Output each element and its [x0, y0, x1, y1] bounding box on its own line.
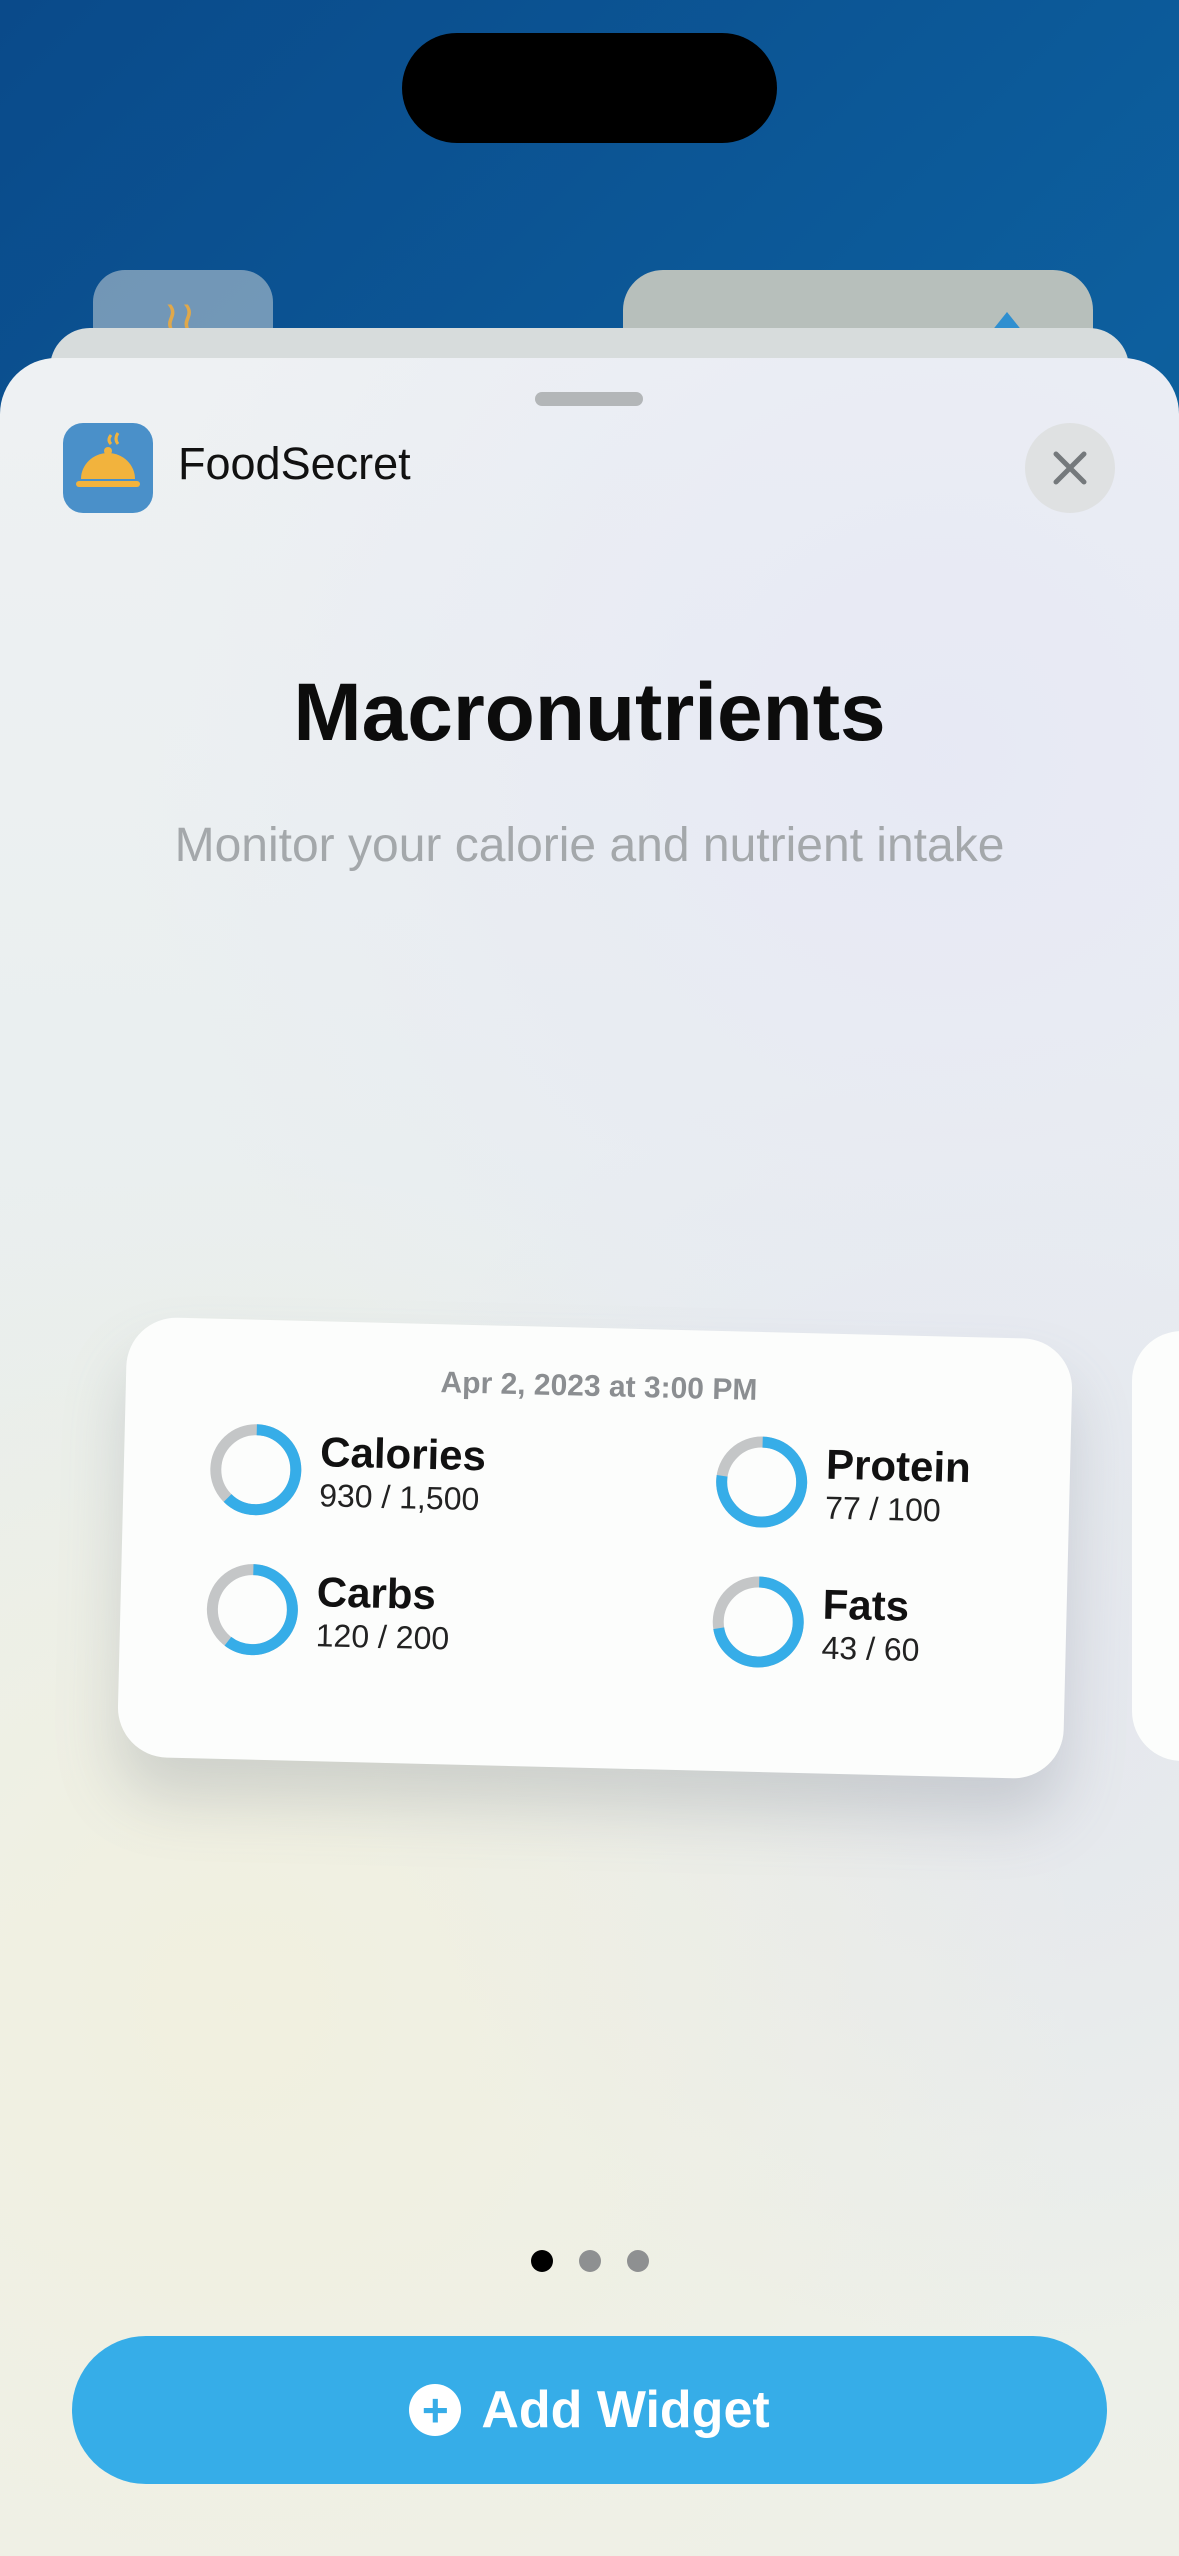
- fats-progress-ring: [712, 1576, 804, 1668]
- widget-timestamp: Apr 2, 2023 at 3:00 PM: [440, 1366, 758, 1407]
- next-widget-preview-peek[interactable]: [1132, 1331, 1179, 1761]
- metric-label: Calories: [319, 1428, 487, 1480]
- metric-calories: Calories 930 / 1,500: [205, 1418, 487, 1525]
- page-dot-2[interactable]: [578, 2250, 601, 2272]
- metric-label: Protein: [825, 1440, 972, 1492]
- metric-value: 120 / 200: [315, 1617, 450, 1657]
- carbs-progress-ring: [206, 1564, 298, 1656]
- close-button[interactable]: [1025, 423, 1115, 513]
- metric-value: 43 / 60: [821, 1629, 920, 1668]
- metric-label: Fats: [822, 1580, 910, 1630]
- widget-description: Monitor your calorie and nutrient intake: [174, 819, 1005, 872]
- metric-carbs: Carbs 120 / 200: [201, 1558, 451, 1664]
- plus-circle-icon: +: [409, 2384, 462, 2436]
- app-name: FoodSecret: [178, 438, 411, 489]
- metric-value: 77 / 100: [824, 1489, 942, 1529]
- widget-preview-card[interactable]: Apr 2, 2023 at 3:00 PM Calories 930 / 1,…: [116, 1316, 1074, 1780]
- close-icon: [1053, 451, 1087, 485]
- page-dot-3[interactable]: [626, 2250, 649, 2272]
- sheet-grabber[interactable]: [535, 392, 643, 406]
- dynamic-island: [402, 33, 777, 143]
- protein-progress-ring: [716, 1436, 808, 1528]
- metric-protein: Protein 77 / 100: [710, 1431, 971, 1537]
- metric-value: 930 / 1,500: [318, 1477, 480, 1518]
- page-indicator[interactable]: [0, 2250, 1179, 2272]
- calories-progress-ring: [210, 1424, 302, 1516]
- serving-cloche-icon: [63, 423, 153, 513]
- metric-label: Carbs: [316, 1568, 437, 1619]
- widget-gallery-sheet: FoodSecret Macronutrients Monitor your c…: [0, 358, 1179, 2556]
- widget-title: Macronutrients: [293, 667, 886, 758]
- page-dot-1[interactable]: [530, 2250, 553, 2272]
- add-widget-label: Add Widget: [481, 2381, 770, 2439]
- add-widget-button[interactable]: + Add Widget: [72, 2336, 1107, 2484]
- metric-fats: Fats 43 / 60: [707, 1571, 921, 1676]
